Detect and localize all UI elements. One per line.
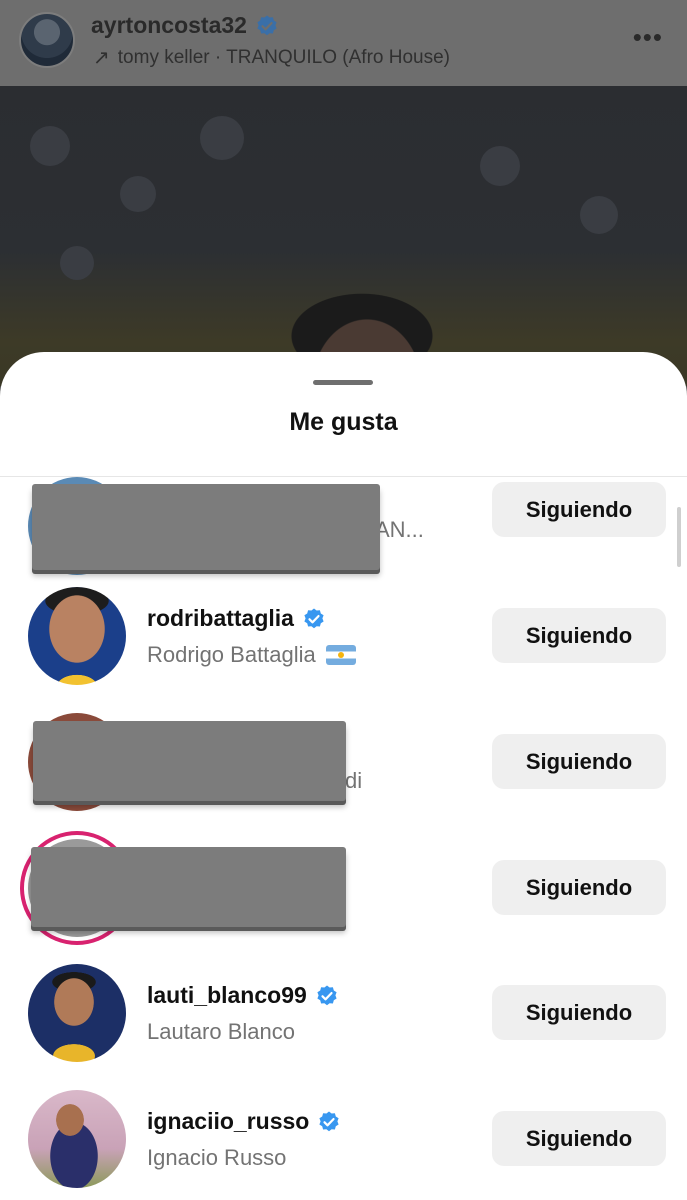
fullname: Lautaro Blanco: [147, 1019, 295, 1045]
argentina-flag-icon: [325, 645, 356, 665]
list-item[interactable]: Siguiendo: [0, 839, 687, 965]
fullname-text: Ignacio Russo: [147, 1145, 287, 1170]
fullname-text: AN...: [375, 517, 424, 542]
avatar[interactable]: [28, 964, 126, 1062]
username[interactable]: rodribattaglia: [147, 605, 326, 632]
username-text[interactable]: lauti_blanco99: [147, 982, 307, 1009]
verified-badge-icon: [319, 1111, 339, 1131]
background-crowd: [120, 176, 156, 212]
post-audio[interactable]: ↗ tomy keller · TRANQUILO (Afro House): [93, 45, 450, 70]
scrollbar[interactable]: [677, 507, 681, 567]
likes-sheet: Me gusta AN... Siguiendo rodribattaglia: [0, 352, 687, 1200]
following-button[interactable]: Siguiendo: [492, 734, 666, 789]
background-crowd: [60, 246, 94, 280]
verified-badge-icon: [317, 985, 337, 1005]
post-audio-label: tomy keller · TRANQUILO (Afro House): [117, 46, 450, 68]
redaction-block: [32, 484, 380, 570]
avatar[interactable]: [28, 587, 126, 685]
fullname-text: Rodrigo Battaglia: [147, 642, 316, 667]
username[interactable]: ignaciio_russo: [147, 1108, 341, 1135]
following-button[interactable]: Siguiendo: [492, 985, 666, 1040]
following-button[interactable]: Siguiendo: [492, 608, 666, 663]
redaction-block: [31, 847, 346, 927]
list-item[interactable]: ignaciio_russo Ignacio Russo Siguiendo: [0, 1090, 687, 1200]
sheet-title: Me gusta: [289, 408, 398, 436]
post-author[interactable]: ayrtoncosta32: [91, 12, 279, 39]
list-item[interactable]: AN... Siguiendo: [0, 477, 687, 589]
fullname-text: Lautaro Blanco: [147, 1019, 295, 1044]
verified-badge-icon: [304, 608, 324, 628]
redaction-block: [33, 721, 346, 801]
post-username[interactable]: ayrtoncosta32: [91, 12, 247, 39]
list-item[interactable]: di Siguiendo: [0, 713, 687, 839]
background-crowd: [30, 126, 70, 166]
username-text[interactable]: rodribattaglia: [147, 605, 294, 632]
verified-badge-icon: [257, 15, 277, 35]
post-author-avatar[interactable]: [19, 12, 75, 68]
list-item[interactable]: rodribattaglia Rodrigo Battaglia Siguien…: [0, 587, 687, 713]
background-crowd: [200, 116, 244, 160]
arrow-up-right-icon: ↗: [93, 47, 110, 69]
background-crowd: [480, 146, 520, 186]
post-header: ayrtoncosta32 ↗ tomy keller · TRANQUILO …: [0, 0, 687, 86]
following-button[interactable]: Siguiendo: [492, 482, 666, 537]
fullname: Ignacio Russo: [147, 1145, 286, 1171]
sheet-grabber[interactable]: [313, 380, 373, 385]
post-photo: [0, 86, 687, 386]
username-text[interactable]: ignaciio_russo: [147, 1108, 309, 1135]
background-crowd: [580, 196, 618, 234]
likes-list[interactable]: AN... Siguiendo rodribattaglia Rodrigo B…: [0, 477, 687, 1200]
following-button[interactable]: Siguiendo: [492, 1111, 666, 1166]
fullname-text: di: [345, 768, 363, 793]
following-button[interactable]: Siguiendo: [492, 860, 666, 915]
more-horizontal-icon[interactable]: •••: [633, 22, 663, 53]
list-item[interactable]: lauti_blanco99 Lautaro Blanco Siguiendo: [0, 964, 687, 1090]
avatar[interactable]: [28, 1090, 126, 1188]
fullname: Rodrigo Battaglia: [147, 642, 356, 668]
username[interactable]: lauti_blanco99: [147, 982, 339, 1009]
